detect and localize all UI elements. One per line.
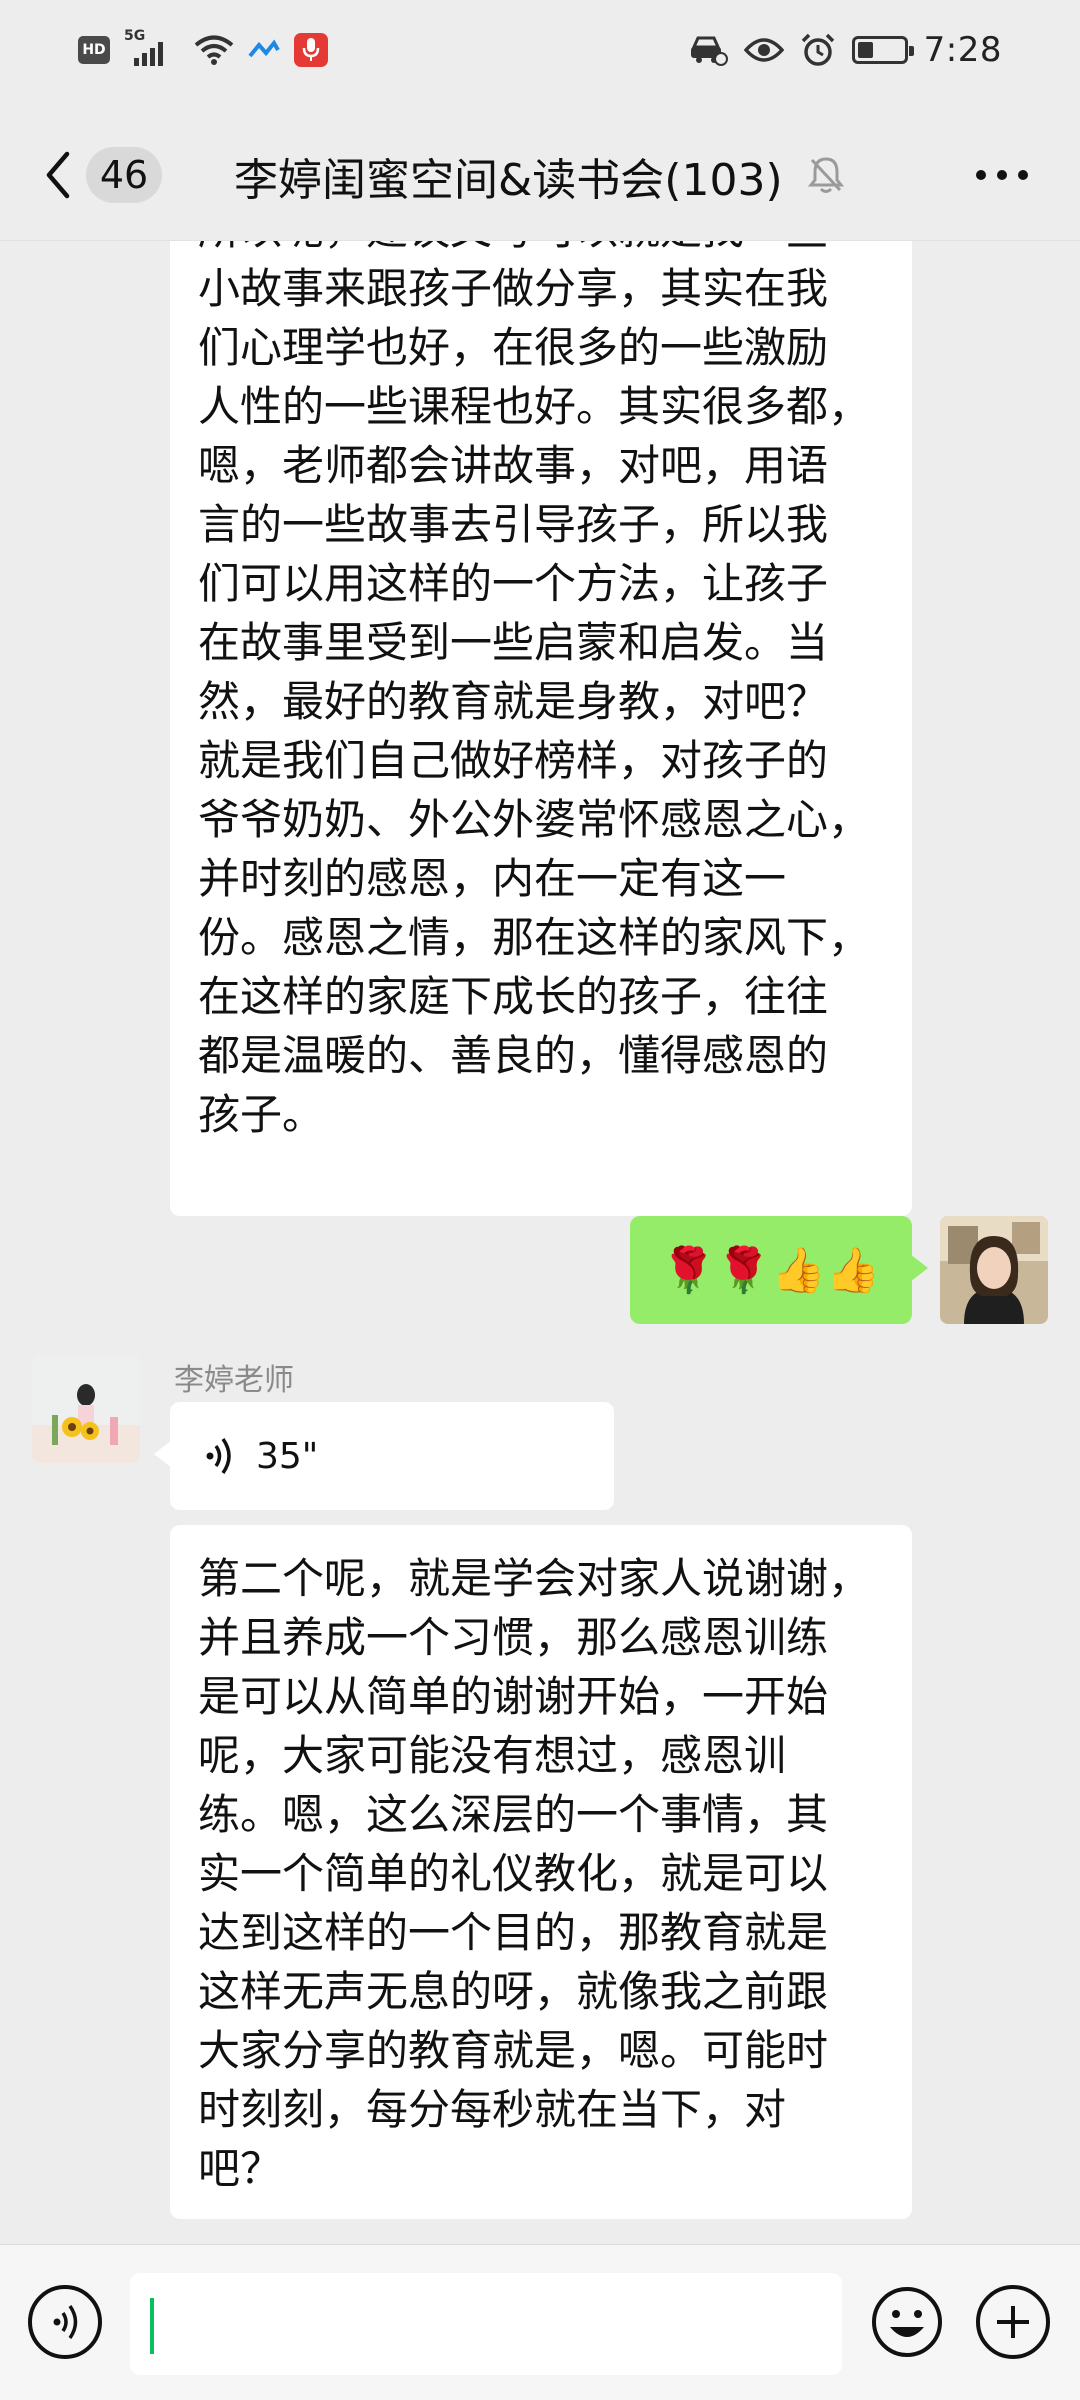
- status-time: 7:28: [923, 30, 1002, 70]
- message-line: 并且养成一个习惯，那么感恩训练: [198, 1613, 829, 1662]
- voice-wave-icon: [206, 1437, 231, 1475]
- voice-input-button[interactable]: [28, 2285, 102, 2359]
- message-line: 并时刻的感恩，内在一定有这一: [198, 854, 787, 903]
- message-line: 爷爷奶奶、外公外婆常怀感恩之心，: [198, 795, 871, 844]
- chat-header: 46 李婷闺蜜空间&读书会(103): [0, 110, 1080, 241]
- message-line: 呢，大家可能没有想过，感恩训: [198, 1731, 787, 1780]
- hd-label: HD: [82, 42, 106, 58]
- message-bubble[interactable]: 第二个呢，就是学会对家人说谢谢， 并且养成一个习惯，那么感恩训练 是可以从简单的…: [170, 1525, 912, 2219]
- recording-mic-icon: [294, 33, 328, 67]
- message-line: 在这样的家庭下成长的孩子，往往: [198, 972, 829, 1021]
- sender-avatar[interactable]: [32, 1355, 140, 1463]
- message-bubble[interactable]: 所以呢，建议父母可以就是找一些 小故事来跟孩子做分享，其实在我 们心理学也好，在…: [170, 241, 912, 1216]
- sent-message-bubble[interactable]: 🌹🌹👍👍: [630, 1216, 928, 1324]
- status-bar: HD 5G 7:28: [0, 0, 1080, 110]
- voice-message-bubble[interactable]: 35": [154, 1402, 614, 1510]
- chat-title: 李婷闺蜜空间&读书会(103): [234, 155, 783, 206]
- status-bar-left: HD 5G: [78, 28, 328, 68]
- signal-icon: 5G: [124, 28, 180, 68]
- emoji-button[interactable]: [870, 2285, 944, 2359]
- message-input[interactable]: [130, 2273, 842, 2375]
- message-line: 们可以用这样的一个方法，让孩子: [198, 559, 829, 608]
- message-line: 这样无声无息的呀，就像我之前跟: [198, 1967, 829, 2016]
- wifi-icon: [194, 35, 234, 65]
- message-line: 达到这样的一个目的，那教育就是: [198, 1908, 829, 1957]
- unread-count-badge[interactable]: 46: [86, 147, 162, 203]
- message-line: 第二个呢，就是学会对家人说谢谢，: [198, 1554, 871, 1603]
- back-icon: [46, 151, 70, 199]
- message-line: 孩子。: [198, 1090, 325, 1139]
- hd-icon: HD: [78, 36, 110, 64]
- message-line: 嗯，老师都会讲故事，对吧，用语: [198, 441, 829, 490]
- chat-screen: HD 5G 7:28 46 李婷闺蜜空间&读书会(103) 小故事来跟孩子做分享…: [0, 0, 1080, 2400]
- message-line: 人性的一些课程也好。其实很多都，: [198, 382, 871, 431]
- message-line: 所以呢，建议父母可以就是找一些: [198, 241, 884, 259]
- message-line: 们心理学也好，在很多的一些激励: [198, 323, 829, 372]
- alarm-icon: [801, 33, 834, 66]
- message-line: 时刻刻，每分每秒就在当下，对: [198, 2085, 787, 2134]
- plus-button[interactable]: [976, 2285, 1050, 2359]
- message-line: 在故事里受到一些启蒙和启发。当: [198, 618, 829, 667]
- data-transfer-icon: [248, 39, 280, 58]
- message-line: 实一个简单的礼仪教化，就是可以: [198, 1849, 829, 1898]
- message-line: 然，最好的教育就是身教，对吧？: [198, 677, 829, 726]
- battery-icon: [851, 36, 914, 64]
- sender-name: 李婷老师: [174, 1363, 294, 1398]
- message-list[interactable]: 所以呢，建议父母可以就是找一些 小故事来跟孩子做分享，其实在我 们心理学也好，在…: [0, 241, 1080, 2244]
- more-icon: [976, 170, 986, 180]
- car-mode-icon: [690, 36, 728, 66]
- message-line: 小故事来跟孩子做分享，其实在我: [198, 264, 829, 313]
- emoji-message-text: 🌹🌹👍👍: [661, 1245, 881, 1296]
- message-line: 大家分享的教育就是，嗯。可能时: [198, 2026, 829, 2075]
- status-bar-right: 7:28: [688, 30, 1002, 70]
- message-line: 吧？: [198, 2144, 283, 2193]
- message-line: 份。感恩之情，那在这样的家风下，: [198, 913, 871, 962]
- input-bar: [0, 2244, 1080, 2400]
- message-line: 言的一些故事去引导孩子，所以我: [198, 500, 829, 549]
- mute-bell-icon: [807, 157, 845, 193]
- more-button[interactable]: [976, 170, 1028, 180]
- back-button[interactable]: [38, 146, 78, 204]
- message-line: 都是温暖的、善良的，懂得感恩的: [198, 1031, 829, 1080]
- text-caret: [150, 2298, 154, 2354]
- voice-duration: 35": [256, 1435, 319, 1477]
- message-line: 就是我们自己做好榜样，对孩子的: [198, 736, 829, 785]
- voice-input-icon: [53, 2305, 78, 2339]
- message-line: 是可以从简单的谢谢开始，一开始: [198, 1672, 829, 1721]
- message-line: 练。嗯，这么深层的一个事情，其: [198, 1790, 829, 1839]
- my-avatar[interactable]: [940, 1216, 1048, 1324]
- eye-icon: [743, 38, 784, 62]
